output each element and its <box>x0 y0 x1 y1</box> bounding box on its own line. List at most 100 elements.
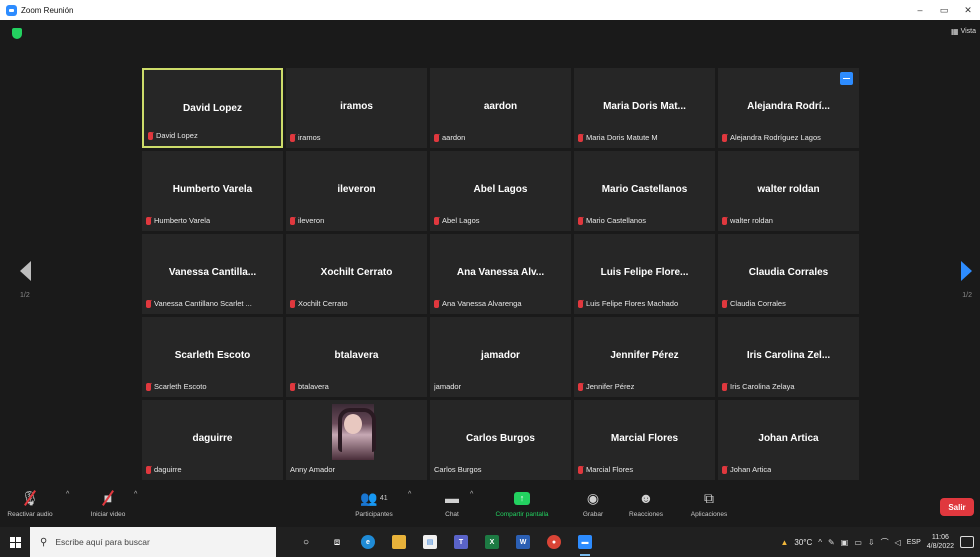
participant-label: btalavera <box>290 382 329 391</box>
participant-tile[interactable]: btalavera btalavera <box>286 317 427 397</box>
start-video-button[interactable]: ■ Iniciar video <box>86 487 130 518</box>
previous-page-arrow-icon[interactable] <box>20 261 31 281</box>
muted-mic-icon <box>290 216 295 225</box>
participant-label-text: Abel Lagos <box>442 216 480 225</box>
participant-tile[interactable]: Iris Carolina Zel... Iris Carolina Zelaya <box>718 317 859 397</box>
minimize-button[interactable]: – <box>908 0 932 20</box>
chat-bubble-icon: ▬ <box>445 490 459 506</box>
participant-tile[interactable]: Maria Doris Mat... Maria Doris Matute M <box>574 68 715 148</box>
leave-meeting-button[interactable]: Salir <box>940 498 974 516</box>
task-view-icon[interactable]: ⧈ <box>327 532 347 552</box>
taskbar-search[interactable]: ⚲ Escribe aquí para buscar <box>30 527 276 557</box>
tray-app-icon[interactable]: ✎ <box>828 538 835 547</box>
page-indicator-right: 1/2 <box>962 292 972 299</box>
view-button[interactable]: ▦ Vista <box>951 27 976 36</box>
participant-tile[interactable]: David Lopez David Lopez <box>142 68 283 148</box>
maximize-button[interactable]: ▭ <box>932 0 956 20</box>
muted-mic-icon <box>722 299 727 308</box>
apps-button[interactable]: ⧉ Aplicaciones <box>684 487 734 519</box>
chat-options-caret-icon[interactable]: ^ <box>470 491 473 498</box>
record-button[interactable]: ◉ Grabar <box>578 487 608 519</box>
chat-button[interactable]: ▬ Chat <box>438 487 466 518</box>
hidden-icons-chevron-icon[interactable]: ^ <box>818 538 822 547</box>
participant-name: David Lopez <box>183 103 242 114</box>
participant-tile[interactable]: Marcial Flores Marcial Flores <box>574 400 715 480</box>
participant-tile[interactable]: Abel Lagos Abel Lagos <box>430 151 571 231</box>
cortana-icon[interactable]: ○ <box>296 532 316 552</box>
participant-tile[interactable]: Claudia Corrales Claudia Corrales <box>718 234 859 314</box>
zoom-taskbar-icon[interactable]: ▬ <box>575 532 595 556</box>
participant-label: Humberto Varela <box>146 216 210 225</box>
participant-tile[interactable]: iramos iramos <box>286 68 427 148</box>
participant-tile[interactable]: walter roldan walter roldan <box>718 151 859 231</box>
participant-tile[interactable]: Johan Artica Johan Artica <box>718 400 859 480</box>
encryption-shield-icon[interactable] <box>12 28 22 39</box>
participant-tile[interactable]: ileveron ileveron <box>286 151 427 231</box>
reactions-button[interactable]: ☻ Reacciones <box>626 487 666 518</box>
participant-tile[interactable]: Scarleth Escoto Scarleth Escoto <box>142 317 283 397</box>
teams-icon[interactable]: T <box>451 532 471 552</box>
usb-icon[interactable]: ⇩ <box>868 538 875 547</box>
battery-icon[interactable]: ▭ <box>854 538 862 547</box>
participant-label: jamador <box>434 382 461 391</box>
participant-label: Luis Felipe Flores Machado <box>578 299 678 308</box>
participant-label-text: iramos <box>298 133 321 142</box>
language-indicator[interactable]: ESP <box>907 539 921 546</box>
next-page-arrow-icon[interactable] <box>961 261 972 281</box>
wifi-icon[interactable]: ⌒ <box>881 537 889 548</box>
audio-options-caret-icon[interactable]: ^ <box>66 491 69 498</box>
tray-network-icon[interactable]: ▣ <box>841 538 849 547</box>
participant-tile[interactable]: Luis Felipe Flore... Luis Felipe Flores M… <box>574 234 715 314</box>
participant-label: aardon <box>434 133 465 142</box>
store-icon[interactable]: ▤ <box>420 532 440 552</box>
participant-label-text: Vanessa Cantillano Scarlet ... <box>154 299 252 308</box>
participant-tile[interactable]: daguirre daguirre <box>142 400 283 480</box>
participant-label: Scarleth Escoto <box>146 382 207 391</box>
participant-name: Vanessa Cantilla... <box>168 267 257 278</box>
share-screen-button[interactable]: ↑ Compartir pantalla <box>486 487 558 518</box>
participant-label-text: jamador <box>434 382 462 391</box>
participant-label: Mario Castellanos <box>578 216 646 225</box>
participant-label-text: Ana Vanessa Alvarenga <box>442 299 522 308</box>
participant-tile[interactable]: jamador jamador <box>430 317 571 397</box>
participant-label: iramos <box>290 133 321 142</box>
participant-tile[interactable]: Humberto Varela Humberto Varela <box>142 151 283 231</box>
clock[interactable]: 11:06 4/8/2022 <box>927 533 954 551</box>
excel-icon[interactable]: X <box>482 532 502 552</box>
temperature[interactable]: 30°C <box>794 538 812 547</box>
word-icon[interactable]: W <box>513 532 533 552</box>
apps-icon: ⧉ <box>704 489 714 506</box>
chrome-icon[interactable]: ● <box>544 532 564 552</box>
close-button[interactable]: ✕ <box>956 0 980 20</box>
participants-options-caret-icon[interactable]: ^ <box>408 491 411 498</box>
file-explorer-icon[interactable] <box>389 532 409 552</box>
notifications-icon[interactable] <box>960 536 974 548</box>
muted-mic-icon <box>146 382 151 391</box>
muted-mic-icon <box>722 465 727 474</box>
participant-tile[interactable]: Alejandra Rodrí... Alejandra Rodríguez La… <box>718 68 859 148</box>
participant-tile[interactable]: Ana Vanessa Alv... Ana Vanessa Alvarenga <box>430 234 571 314</box>
raised-hand-badge-icon <box>840 72 853 85</box>
participant-label: Vanessa Cantillano Scarlet ... <box>146 299 252 308</box>
participant-label: Abel Lagos <box>434 216 480 225</box>
participant-tile[interactable]: Carlos Burgos Carlos Burgos <box>430 400 571 480</box>
participant-tile[interactable]: aardon aardon <box>430 68 571 148</box>
video-options-caret-icon[interactable]: ^ <box>134 491 137 498</box>
volume-icon[interactable]: ◁ <box>895 538 901 547</box>
participant-label-text: Scarleth Escoto <box>154 382 207 391</box>
record-label: Grabar <box>582 511 604 518</box>
weather-icon[interactable]: ▲ <box>780 538 788 547</box>
windows-taskbar: ⚲ Escribe aquí para buscar ○ ⧈ e ▤ T X W… <box>0 527 980 557</box>
participant-tile[interactable]: Xochilt Cerrato Xochilt Cerrato <box>286 234 427 314</box>
participant-label-text: Maria Doris Matute M <box>586 133 658 142</box>
participant-tile[interactable]: Vanessa Cantilla... Vanessa Cantillano Sc… <box>142 234 283 314</box>
participants-button[interactable]: 👥 41 Participantes <box>346 487 402 519</box>
edge-icon[interactable]: e <box>358 532 378 552</box>
participant-tile[interactable]: Jennifer Pérez Jennifer Pérez <box>574 317 715 397</box>
participant-tile[interactable]: Mario Castellanos Mario Castellanos <box>574 151 715 231</box>
participant-name: Jennifer Pérez <box>610 350 679 361</box>
participant-name: jamador <box>481 350 520 361</box>
participant-tile[interactable]: Anny Amador <box>286 400 427 480</box>
unmute-audio-button[interactable]: 🎙 Reactivar audio <box>7 487 52 519</box>
start-button[interactable] <box>0 527 30 557</box>
